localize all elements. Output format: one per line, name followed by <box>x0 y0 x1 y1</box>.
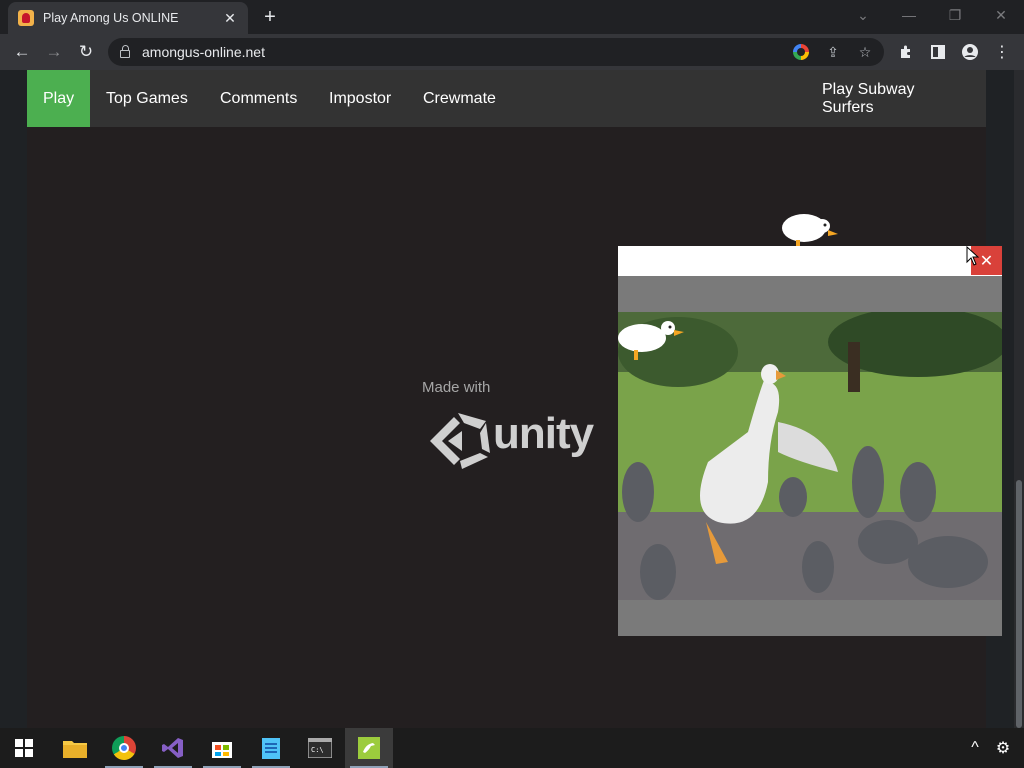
mouse-cursor-icon <box>966 246 980 266</box>
minimize-button[interactable]: — <box>886 0 932 30</box>
address-url: amongus-online.net <box>142 44 265 60</box>
bookmark-star-icon[interactable]: ☆ <box>856 43 874 61</box>
google-lens-icon[interactable] <box>792 43 810 61</box>
forward-button[interactable]: → <box>42 40 66 64</box>
extensions-puzzle-icon[interactable] <box>896 42 916 62</box>
file-explorer-icon[interactable] <box>51 728 99 768</box>
notepad-icon[interactable] <box>247 728 295 768</box>
page-scrollbar[interactable] <box>1014 70 1024 728</box>
visual-studio-icon[interactable] <box>149 728 197 768</box>
back-button[interactable]: ← <box>10 40 34 64</box>
svg-text:C:\: C:\ <box>311 746 324 754</box>
scrollbar-thumb[interactable] <box>1016 480 1022 728</box>
nav-impostor[interactable]: Impostor <box>313 70 407 127</box>
share-icon[interactable]: ⇪ <box>824 43 842 61</box>
windows-taskbar: C:\ ^ ⚙ <box>0 728 1024 768</box>
browser-tab[interactable]: Play Among Us ONLINE ✕ <box>8 2 248 34</box>
unity-wordmark: unity <box>493 409 594 458</box>
tab-title: Play Among Us ONLINE <box>43 11 179 25</box>
unity-logo-icon <box>430 413 490 469</box>
nav-crewmate[interactable]: Crewmate <box>407 70 512 127</box>
terminal-icon[interactable]: C:\ <box>296 728 344 768</box>
browser-toolbar: ← → ↻ amongus-online.net ⇪ ☆ ⋮ <box>0 34 1024 70</box>
restore-button[interactable]: ❐ <box>932 0 978 30</box>
settings-gear-icon[interactable]: ⚙ <box>989 728 1017 768</box>
chrome-menu-icon[interactable]: ⋮ <box>992 42 1012 62</box>
browser-tab-bar: Play Among Us ONLINE ✕ + ⌄ — ❐ ✕ <box>0 0 1024 34</box>
tab-close-icon[interactable]: ✕ <box>222 10 238 26</box>
reload-button[interactable]: ↻ <box>74 40 98 64</box>
microsoft-store-icon[interactable] <box>198 728 246 768</box>
nav-play-subway-surfers[interactable]: Play Subway Surfers <box>806 70 986 127</box>
made-with-label: Made with <box>422 379 491 396</box>
side-panel-icon[interactable] <box>928 42 948 62</box>
tab-search-icon[interactable]: ⌄ <box>840 0 886 30</box>
nav-comments[interactable]: Comments <box>204 70 313 127</box>
nav-top-games[interactable]: Top Games <box>90 70 204 127</box>
site-navigation: Play Top Games Comments Impostor Crewmat… <box>27 70 986 127</box>
lock-icon[interactable] <box>120 45 130 58</box>
tray-chevron-icon[interactable]: ^ <box>961 728 989 768</box>
desktop-goose-icon[interactable] <box>345 728 393 768</box>
popup-title-bar[interactable] <box>618 246 1002 276</box>
among-us-icon <box>18 10 34 26</box>
address-bar[interactable]: amongus-online.net ⇪ ☆ <box>108 38 884 66</box>
windows-start-icon[interactable] <box>0 728 48 768</box>
goose-sprite-2-icon[interactable] <box>616 314 686 368</box>
chrome-icon[interactable] <box>100 728 148 768</box>
nav-play[interactable]: Play <box>27 70 91 127</box>
profile-icon[interactable] <box>960 42 980 62</box>
new-tab-button[interactable]: + <box>258 5 282 29</box>
goose-popup-window: ✕ <box>618 246 1002 636</box>
window-close-button[interactable]: ✕ <box>978 0 1024 30</box>
